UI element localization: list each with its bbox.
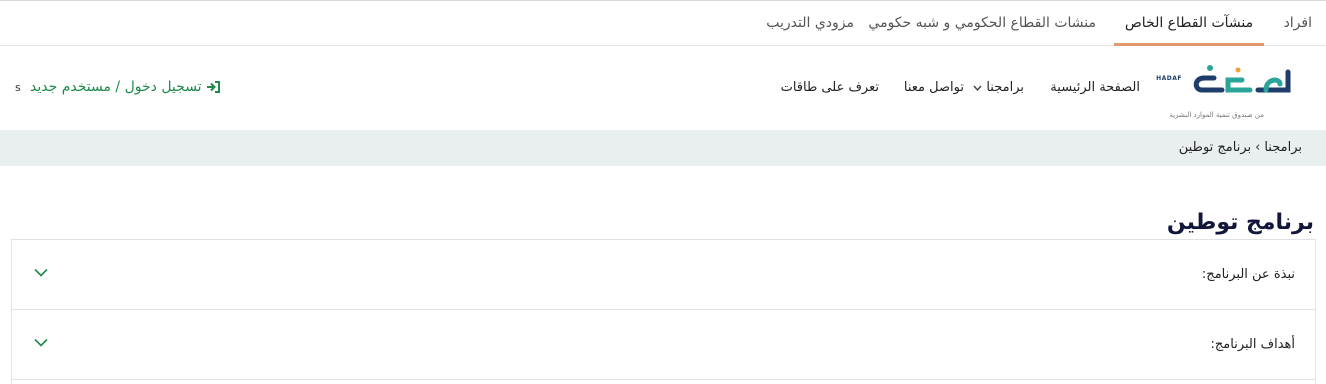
language-toggle[interactable]: s	[15, 81, 21, 94]
login-register-link[interactable]: تسجيل دخول / مستخدم جديد	[30, 79, 220, 95]
program-accordion: نبذة عن البرنامج: أهداف البرنامج:	[11, 239, 1316, 384]
accordion-title-goals: أهداف البرنامج:	[1210, 337, 1296, 352]
tab-government-sector[interactable]: منشات القطاع الحكومي و شبه حكومي	[868, 2, 1096, 46]
hadaf-logo[interactable]: HADAF من صندوق تنمية الموارد البشرية	[1156, 60, 1296, 119]
nav-programs-label: برامجنا	[986, 80, 1024, 95]
chevron-down-icon[interactable]	[34, 268, 48, 277]
breadcrumb-separator: ›	[1255, 140, 1261, 155]
nav-taqat[interactable]: تعرف على طاقات	[781, 80, 879, 95]
nav-home[interactable]: الصفحة الرئيسية	[1050, 80, 1140, 95]
breadcrumb-programs[interactable]: برامجنا	[1264, 140, 1302, 155]
tab-training-providers[interactable]: مزودي التدريب	[766, 2, 854, 46]
nav-contact[interactable]: تواصل معنا	[904, 80, 964, 95]
page-title: برنامج توطين	[1166, 210, 1314, 235]
accordion-title-about: نبذة عن البرنامج:	[1201, 267, 1295, 282]
breadcrumb: برامجنا›برنامج توطين	[1179, 140, 1302, 155]
audience-tabs: افراد منشآت القطاع الخاص منشات القطاع ال…	[0, 0, 1326, 46]
tab-individuals[interactable]: افراد	[1284, 2, 1312, 46]
chevron-down-icon[interactable]	[34, 338, 48, 347]
logo-caption: من صندوق تنمية الموارد البشرية	[1169, 111, 1264, 119]
logo-english-text: HADAF	[1156, 75, 1182, 82]
hadaf-logo-mark	[1193, 65, 1291, 93]
chevron-down-icon	[973, 83, 982, 94]
accordion-item-about[interactable]: نبذة عن البرنامج:	[12, 240, 1315, 310]
nav-programs[interactable]: برامجنا	[973, 80, 1024, 95]
breadcrumb-current: برنامج توطين	[1178, 140, 1252, 155]
login-label: تسجيل دخول / مستخدم جديد	[30, 79, 202, 95]
sign-in-icon	[206, 81, 220, 93]
main-header: HADAF من صندوق تنمية الموارد البشرية الص…	[0, 46, 1326, 130]
accordion-item-goals[interactable]: أهداف البرنامج:	[12, 310, 1315, 380]
breadcrumb-bar: برامجنا›برنامج توطين	[0, 130, 1326, 166]
tab-private-sector[interactable]: منشآت القطاع الخاص	[1114, 2, 1264, 46]
